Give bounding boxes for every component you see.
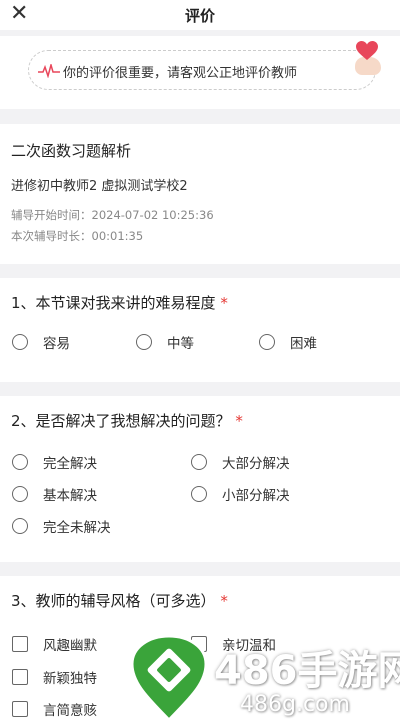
top-bar: ✕ 评价 — [0, 0, 400, 30]
question-title: 3、教师的辅导风格（可多选） * — [11, 590, 228, 611]
checkbox[interactable] — [12, 636, 28, 652]
notice-banner: 你的评价很重要，请客观公正地评价教师 — [28, 41, 381, 90]
option-not-solved[interactable]: 完全未解决 — [12, 516, 111, 536]
option-easy[interactable]: 容易 — [12, 332, 70, 352]
question-title-text: 1、本节课对我来讲的难易程度 — [11, 294, 216, 312]
radio-button[interactable] — [12, 454, 28, 470]
radio-button[interactable] — [136, 334, 152, 350]
option-mostly-solved[interactable]: 大部分解决 — [191, 452, 290, 472]
teacher-school: 进修初中教师2 虚拟测试学校2 — [11, 179, 188, 194]
radio-button[interactable] — [259, 334, 275, 350]
radio-button[interactable] — [12, 486, 28, 502]
required-mark: * — [220, 592, 228, 610]
option-novel[interactable]: 新颖独特 — [12, 667, 97, 687]
heartbeat-icon — [38, 64, 60, 78]
required-mark: * — [220, 294, 228, 312]
radio-button[interactable] — [12, 334, 28, 350]
page-title: 评价 — [184, 7, 215, 25]
question-difficulty: 1、本节课对我来讲的难易程度 * 容易 中等 困难 — [0, 278, 400, 382]
question-title-text: 3、教师的辅导风格（可多选） — [11, 592, 216, 610]
watermark: 486手游网 486g.com — [128, 634, 400, 726]
option-basically-solved[interactable]: 基本解决 — [12, 484, 97, 504]
watermark-url: 486g.com — [240, 692, 350, 717]
option-hard[interactable]: 困难 — [259, 332, 317, 352]
notice-text: 你的评价很重要，请客观公正地评价教师 — [63, 66, 298, 81]
question-title: 2、是否解决了我想解决的问题？ * — [11, 410, 243, 431]
required-mark: * — [235, 412, 243, 430]
watermark-title: 486手游网 — [214, 648, 400, 694]
radio-button[interactable] — [191, 454, 207, 470]
question-title: 1、本节课对我来讲的难易程度 * — [11, 292, 228, 313]
checkbox[interactable] — [12, 669, 28, 685]
course-info-card: 二次函数习题解析 进修初中教师2 虚拟测试学校2 辅导开始时间：2024-07-… — [0, 124, 400, 264]
radio-button[interactable] — [12, 518, 28, 534]
option-concise[interactable]: 言简意赅 — [12, 699, 97, 719]
checkbox[interactable] — [12, 701, 28, 717]
question-solved: 2、是否解决了我想解决的问题？ * 完全解决 大部分解决 基本解决 小部分解决 … — [0, 396, 400, 562]
heart-icon — [356, 41, 378, 60]
duration: 本次辅导时长：00:01:35 — [11, 229, 144, 243]
option-humorous[interactable]: 风趣幽默 — [12, 634, 97, 654]
option-partly-solved[interactable]: 小部分解决 — [191, 484, 290, 504]
start-time: 辅导开始时间：2024-07-02 10:25:36 — [11, 208, 214, 222]
option-medium[interactable]: 中等 — [136, 332, 194, 352]
question-title-text: 2、是否解决了我想解决的问题？ — [11, 412, 231, 430]
watermark-logo-icon — [130, 634, 208, 722]
option-fully-solved[interactable]: 完全解决 — [12, 452, 97, 472]
radio-button[interactable] — [191, 486, 207, 502]
course-title: 二次函数习题解析 — [11, 142, 132, 160]
notice-section: 你的评价很重要，请客观公正地评价教师 — [0, 36, 400, 109]
